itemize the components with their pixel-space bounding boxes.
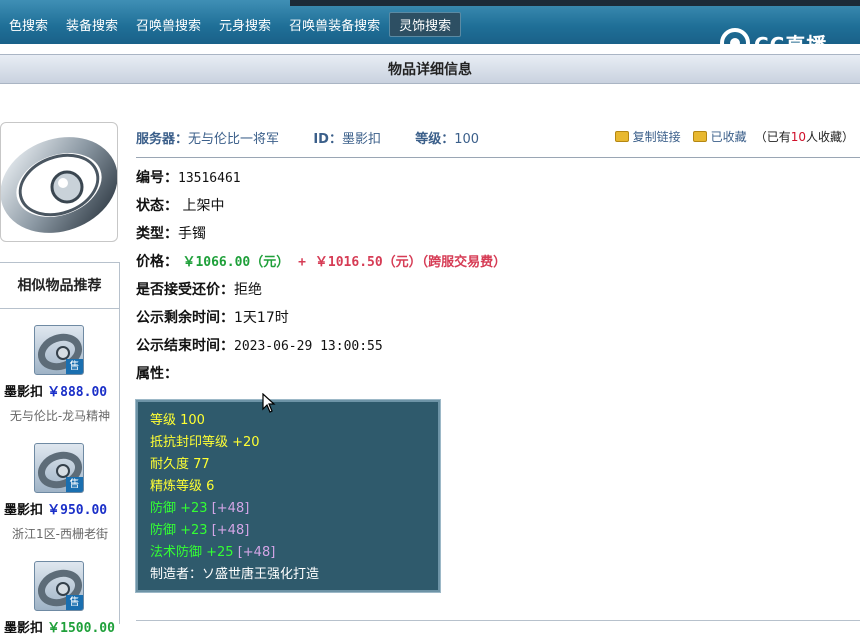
item-actions: 复制链接 已收藏 （已有 10 人收藏） <box>603 128 854 145</box>
similar-item-price: ￥950.00 <box>47 503 108 518</box>
similar-item-name-price: 墨影扣 ￥888.00 <box>0 381 120 400</box>
attribute-text: [+48] <box>211 501 250 516</box>
detail-attributes: 属性： <box>136 362 506 390</box>
copy-link-icon[interactable] <box>614 131 629 142</box>
collect-count: 10 <box>790 129 806 144</box>
item-thumbnail[interactable]: 售 <box>34 561 84 611</box>
price-plus: + <box>298 255 306 270</box>
similar-item-name-price: 墨影扣 ￥950.00 <box>0 499 120 518</box>
type-value: 手镯 <box>178 226 206 242</box>
collected-button[interactable]: 已收藏 <box>711 128 747 145</box>
detail-remaining-time: 公示剩余时间：1天17时 <box>136 306 506 334</box>
level-label: 等级： <box>415 132 455 147</box>
attribute-text: [+48] <box>237 545 276 560</box>
similar-item-name: 墨影扣 <box>4 621 44 636</box>
detail-status: 状态： 上架中 <box>136 194 506 222</box>
attribute-line: 防御 +23 [+48] <box>150 498 426 520</box>
number-value: 13516461 <box>178 171 241 186</box>
nav-ornament-search[interactable]: 灵饰搜索 <box>389 11 462 37</box>
status-value: 上架中 <box>182 198 225 214</box>
similar-items-panel: 相似物品推荐 售 墨影扣 ￥888.00 无与伦比-龙马精神 售 墨影扣 ￥95… <box>0 262 120 636</box>
price-main: ￥1066.00（元） <box>182 255 290 270</box>
item-thumbnail[interactable]: 售 <box>34 443 84 493</box>
top-navigation-bar: 色搜索 装备搜索 召唤兽搜索 元身搜索 召唤兽装备搜索 灵饰搜索 CC直播 <box>0 0 860 58</box>
server-value: 无与伦比一将军 <box>188 132 280 147</box>
nav-equipment-search[interactable]: 装备搜索 <box>57 13 127 36</box>
nav-summon-equipment-search[interactable]: 召唤兽装备搜索 <box>280 13 389 36</box>
copy-link-button[interactable]: 复制链接 <box>633 128 681 145</box>
top-dark-strip <box>290 0 860 6</box>
detail-end-time: 公示结束时间：2023-06-29 13:00:55 <box>136 334 506 362</box>
attribute-line: 防御 +23 [+48] <box>150 520 426 542</box>
id-label: ID： <box>313 132 342 147</box>
detail-bargain: 是否接受还价：拒绝 <box>136 278 506 306</box>
attribute-line: 精炼等级 6 <box>150 476 426 498</box>
collect-count-prefix: （已有 <box>754 130 791 144</box>
for-sale-badge: 售 <box>66 477 83 492</box>
status-label: 状态： <box>136 198 178 214</box>
similar-item-server: 浙江1区-西栅老街 <box>12 527 108 541</box>
nav-color-search[interactable]: 色搜索 <box>0 13 57 36</box>
server-label: 服务器： <box>136 132 189 147</box>
price-fee: ￥1016.50（元）（跨服交易费） <box>314 255 507 270</box>
detail-type: 类型：手镯 <box>136 222 506 250</box>
similar-item-name: 墨影扣 <box>4 503 44 518</box>
level-value: 100 <box>454 132 480 147</box>
nav-summon-search[interactable]: 召唤兽搜索 <box>127 13 210 36</box>
attribute-text: 耐久度 77 <box>150 457 210 472</box>
price-label: 价格： <box>136 254 178 270</box>
similar-item-name: 墨影扣 <box>4 385 44 400</box>
similar-item-price: ￥888.00 <box>47 385 108 400</box>
attribute-text: 法术防御 +25 <box>150 545 238 560</box>
number-label: 编号： <box>136 170 178 186</box>
end-label: 公示结束时间： <box>136 338 234 354</box>
similar-items-title: 相似物品推荐 <box>0 263 119 309</box>
similar-item-server: 无与伦比-龙马精神 <box>9 409 111 423</box>
attribute-line: 耐久度 77 <box>150 454 426 476</box>
type-label: 类型： <box>136 226 178 242</box>
remain-value: 1天17时 <box>234 310 289 326</box>
similar-item-price: ￥1500.00 <box>47 621 115 636</box>
nav-yuanshen-search[interactable]: 元身搜索 <box>210 13 280 36</box>
similar-item-name-price: 墨影扣 ￥1500.00 <box>0 617 120 636</box>
item-header: 服务器：无与伦比一将军 ID：墨影扣 等级：100 复制链接 已收藏 （已有 10… <box>136 128 860 158</box>
remain-label: 公示剩余时间： <box>136 310 234 326</box>
attribute-line: 等级 100 <box>150 410 426 432</box>
divider <box>136 620 860 621</box>
bargain-label: 是否接受还价： <box>136 282 234 298</box>
attribute-text: 防御 +23 <box>150 523 212 538</box>
bargain-value: 拒绝 <box>234 282 262 298</box>
collect-count-suffix: 人收藏） <box>805 130 854 144</box>
attribute-box: 等级 100 抵抗封印等级 +20 耐久度 77 精炼等级 6 防御 +23 [+48]… <box>135 399 441 593</box>
attribute-line: 抵抗封印等级 +20 <box>150 432 426 454</box>
detail-number: 编号：13516461 <box>136 166 506 194</box>
item-details: 编号：13516461 状态： 上架中 类型：手镯 价格： ￥1066.00（元… <box>136 166 506 390</box>
item-thumbnail[interactable]: 售 <box>34 325 84 375</box>
attribute-line: 法术防御 +25 [+48] <box>150 542 426 564</box>
attribute-text: 等级 100 <box>150 413 205 428</box>
id-value: 墨影扣 <box>341 132 381 147</box>
for-sale-badge: 售 <box>66 595 83 610</box>
attribute-text: 抵抗封印等级 +20 <box>150 435 260 450</box>
detail-price: 价格： ￥1066.00（元） + ￥1016.50（元）（跨服交易费） <box>136 250 506 278</box>
mouse-cursor-icon <box>262 393 276 413</box>
favorite-icon[interactable] <box>692 131 707 142</box>
item-image <box>0 122 118 242</box>
bracelet-icon <box>1 137 117 233</box>
attribute-line: 制造者：ソ盛世唐王强化打造 <box>150 564 426 586</box>
end-value: 2023-06-29 13:00:55 <box>234 339 383 354</box>
attribute-text: [+48] <box>211 523 250 538</box>
attribute-text: 防御 +23 <box>150 501 212 516</box>
page-title: 物品详细信息 <box>0 54 860 84</box>
attr-label: 属性： <box>136 366 178 382</box>
search-nav: 色搜索 装备搜索 召唤兽搜索 元身搜索 召唤兽装备搜索 灵饰搜索 <box>0 11 462 37</box>
for-sale-badge: 售 <box>66 359 83 374</box>
attribute-text: 制造者：ソ盛世唐王强化打造 <box>150 567 320 582</box>
attribute-text: 精炼等级 6 <box>150 479 215 494</box>
